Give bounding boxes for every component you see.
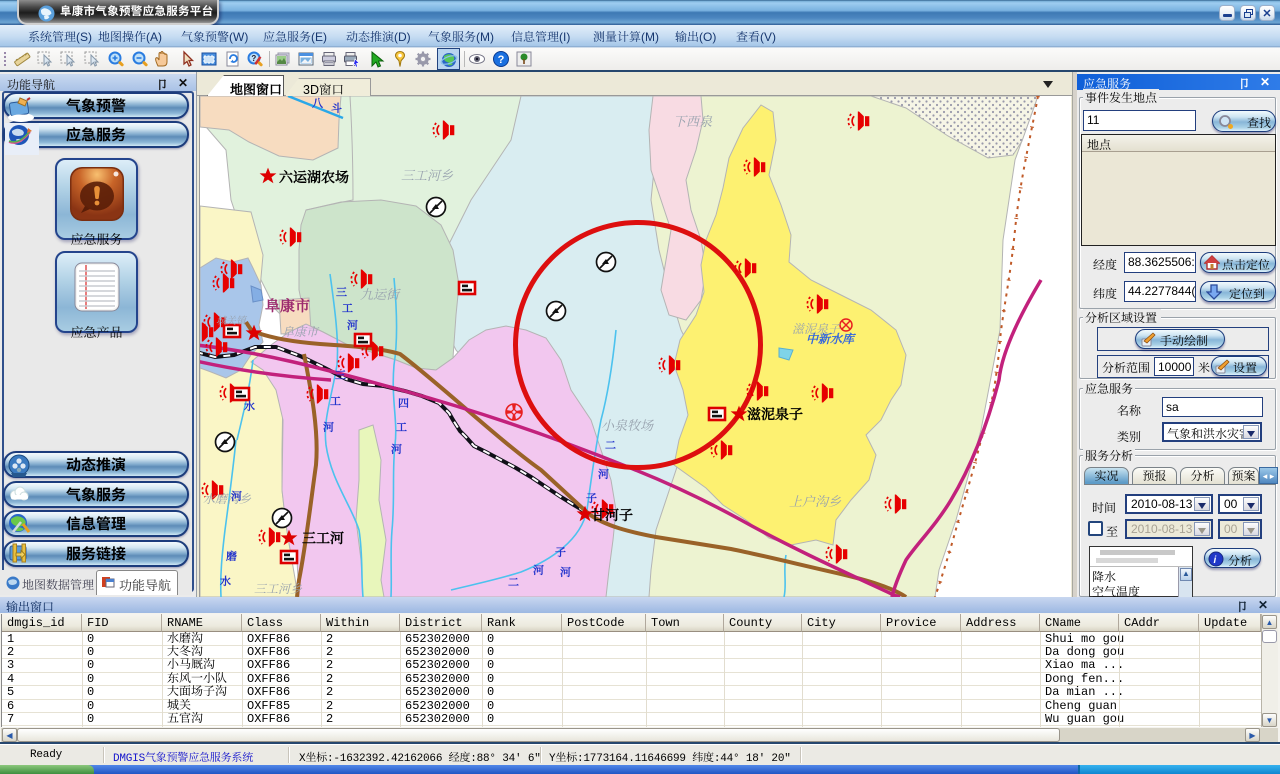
svg-text:二: 二 — [508, 574, 519, 590]
svg-text:子: 子 — [586, 490, 597, 506]
svg-text:工: 工 — [342, 300, 353, 316]
svg-text:甘河子: 甘河子 — [591, 505, 633, 525]
svg-text:三工河: 三工河 — [302, 528, 344, 548]
svg-text:四: 四 — [398, 395, 409, 411]
svg-text:上户沟乡: 上户沟乡 — [789, 491, 842, 510]
svg-text:城关镇: 城关镇 — [216, 312, 248, 327]
svg-text:水磨沟乡: 水磨沟乡 — [203, 490, 252, 507]
svg-text:中新水库: 中新水库 — [806, 330, 856, 347]
svg-text:下西泉: 下西泉 — [673, 111, 713, 130]
svg-text:河: 河 — [323, 419, 334, 435]
svg-text:二: 二 — [605, 437, 616, 453]
svg-text:八: 八 — [312, 96, 324, 111]
svg-text:工: 工 — [330, 393, 341, 409]
svg-text:河: 河 — [231, 488, 242, 504]
svg-text:六运湖农场: 六运湖农场 — [279, 167, 349, 187]
svg-text:子: 子 — [555, 544, 566, 560]
svg-text:河: 河 — [347, 317, 358, 333]
svg-text:河: 河 — [391, 441, 402, 457]
svg-text:三: 三 — [335, 367, 346, 383]
svg-text:河: 河 — [598, 466, 609, 482]
svg-text:三工河乡: 三工河乡 — [401, 165, 454, 184]
svg-text:三工河乡: 三工河乡 — [254, 580, 303, 597]
svg-text:九运街: 九运街 — [360, 284, 401, 303]
svg-text:阜康市: 阜康市 — [265, 295, 310, 316]
svg-text:i: i — [1214, 555, 1217, 566]
svg-text:斗: 斗 — [331, 100, 342, 116]
svg-text:河: 河 — [533, 562, 544, 578]
svg-text:?: ? — [498, 54, 505, 66]
svg-text:滋泥泉子: 滋泥泉子 — [747, 404, 803, 424]
svg-text:水: 水 — [244, 398, 255, 414]
svg-text:阜康市: 阜康市 — [282, 323, 320, 340]
svg-text:磨: 磨 — [226, 548, 237, 564]
svg-text:工: 工 — [396, 419, 407, 435]
svg-text:河: 河 — [560, 564, 571, 580]
svg-text:小泉牧场: 小泉牧场 — [601, 415, 654, 434]
svg-text:水: 水 — [220, 573, 231, 589]
svg-text:三: 三 — [336, 284, 347, 300]
